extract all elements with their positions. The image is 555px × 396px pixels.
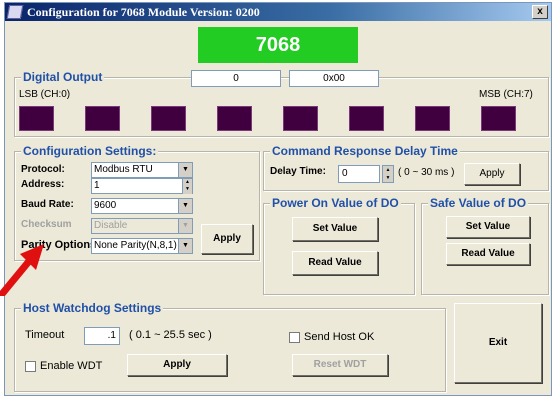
power-on-read-value-button[interactable]: Read Value (292, 251, 378, 275)
module-name-display: 7068 (198, 27, 358, 63)
reset-wdt-button: Reset WDT (292, 354, 388, 376)
checksum-select: Disable ▼ (91, 218, 193, 234)
delay-range-label: ( 0 ~ 30 ms ) (398, 167, 455, 178)
safe-value-legend: Safe Value of DO (428, 196, 529, 210)
config-window: Configuration for 7068 Module Version: 0… (4, 2, 552, 396)
do-channel-5-led[interactable] (349, 106, 384, 131)
delay-time-label: Delay Time: (270, 166, 326, 177)
delay-time-field[interactable]: 0 (338, 165, 380, 183)
address-spinner[interactable]: ▲ ▼ (182, 179, 192, 194)
enable-wdt-checkbox[interactable] (25, 361, 36, 372)
timeout-field[interactable]: .1 (84, 327, 120, 345)
power-on-set-value-button[interactable]: Set Value (292, 217, 378, 241)
spin-down-icon[interactable]: ▼ (383, 174, 393, 182)
power-on-legend: Power On Value of DO (270, 196, 401, 210)
protocol-label: Protocol: (21, 164, 65, 175)
chevron-down-icon[interactable]: ▼ (178, 163, 192, 177)
timeout-label: Timeout (25, 329, 65, 341)
address-label: Address: (21, 179, 65, 190)
exit-button[interactable]: Exit (454, 303, 542, 383)
delay-time-value: 0 (342, 168, 348, 179)
baud-rate-value: 9600 (94, 200, 117, 211)
chevron-down-icon[interactable]: ▼ (178, 199, 192, 213)
send-host-ok-label: Send Host OK (304, 331, 375, 343)
watchdog-apply-button[interactable]: Apply (127, 354, 227, 376)
parity-options-select[interactable]: None Parity(N,8,1) ▼ (91, 238, 193, 254)
do-channel-4-led[interactable] (283, 106, 318, 131)
lsb-label: LSB (CH:0) (19, 89, 71, 100)
checksum-label: Checksum (21, 219, 72, 230)
delay-apply-button[interactable]: Apply (464, 163, 520, 185)
annotation-arrow-icon (0, 244, 44, 296)
parity-options-value: None Parity(N,8,1) (94, 240, 177, 251)
host-watchdog-group: Host Watchdog Settings (14, 301, 446, 392)
do-channel-2-led[interactable] (151, 106, 186, 131)
do-channel-1-led[interactable] (85, 106, 120, 131)
chevron-down-icon: ▼ (178, 219, 192, 233)
configuration-settings-legend: Configuration Settings: (21, 144, 159, 158)
safe-read-value-button[interactable]: Read Value (446, 243, 530, 265)
timeout-range-label: ( 0.1 ~ 25.5 sec ) (129, 329, 212, 341)
do-channel-6-led[interactable] (415, 106, 450, 131)
enable-wdt-label: Enable WDT (40, 360, 103, 372)
do-channel-0-led[interactable] (19, 106, 54, 131)
address-field[interactable]: 1 ▲ ▼ (91, 178, 193, 194)
window-title: Configuration for 7068 Module Version: 0… (27, 5, 260, 19)
send-host-ok-checkbox[interactable] (289, 332, 300, 343)
command-response-legend: Command Response Delay Time (270, 144, 460, 158)
config-apply-button[interactable]: Apply (201, 224, 253, 254)
do-hex-field[interactable]: 0x00 (289, 70, 379, 87)
address-value: 1 (94, 180, 100, 191)
spin-up-icon[interactable]: ▲ (383, 166, 393, 174)
protocol-value: Modbus RTU (94, 164, 153, 175)
spin-down-icon[interactable]: ▼ (183, 186, 192, 193)
do-decimal-field[interactable]: 0 (191, 70, 281, 87)
delay-time-spinner[interactable]: ▲ ▼ (382, 165, 394, 183)
spin-up-icon[interactable]: ▲ (183, 179, 192, 186)
do-channel-3-led[interactable] (217, 106, 252, 131)
baud-rate-label: Baud Rate: (21, 199, 74, 210)
host-watchdog-legend: Host Watchdog Settings (21, 301, 164, 315)
app-icon (6, 5, 24, 19)
timeout-value: .1 (107, 330, 116, 341)
baud-rate-select[interactable]: 9600 ▼ (91, 198, 193, 214)
do-channel-7-led[interactable] (481, 106, 516, 131)
safe-set-value-button[interactable]: Set Value (446, 216, 530, 238)
msb-label: MSB (CH:7) (479, 89, 533, 100)
close-button[interactable]: x (532, 5, 548, 19)
protocol-select[interactable]: Modbus RTU ▼ (91, 162, 193, 178)
digital-output-legend: Digital Output (21, 70, 105, 84)
title-bar[interactable]: Configuration for 7068 Module Version: 0… (5, 3, 551, 21)
checksum-value: Disable (94, 220, 128, 231)
chevron-down-icon[interactable]: ▼ (178, 239, 192, 253)
